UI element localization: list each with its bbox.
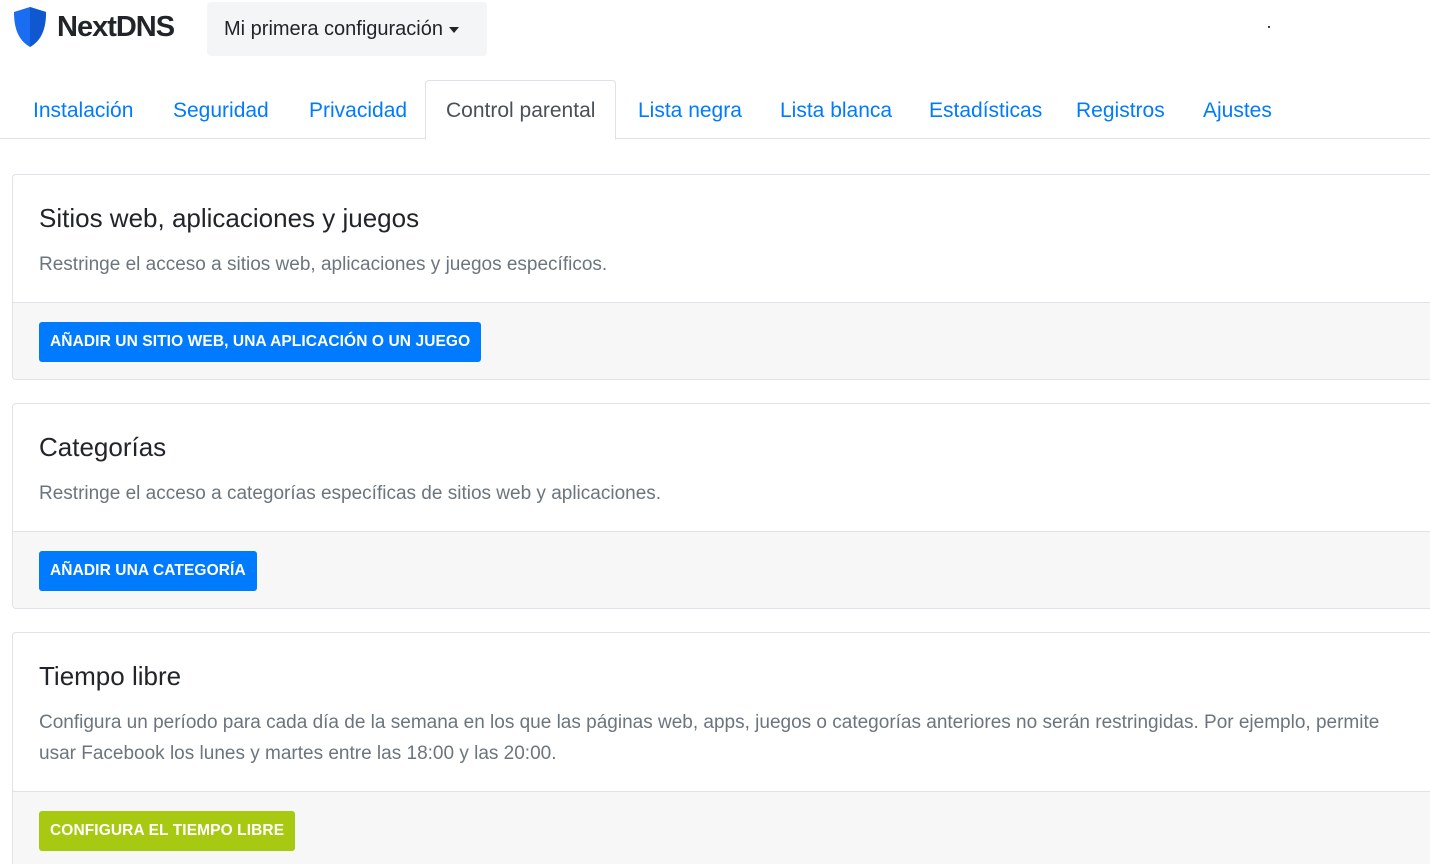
tab-lista-negra[interactable]: Lista negra [638, 80, 742, 139]
tab-instalacion[interactable]: Instalación [33, 80, 133, 139]
main-tabs: Instalación Seguridad Privacidad Control… [0, 80, 1430, 140]
section-websites-apps-games: Sitios web, aplicaciones y juegos Restri… [12, 174, 1430, 380]
caret-down-icon [448, 27, 459, 33]
tab-seguridad[interactable]: Seguridad [173, 80, 269, 139]
add-category-button[interactable]: Añadir una categoría [39, 551, 257, 591]
section-categories: Categorías Restringe el acceso a categor… [12, 403, 1430, 609]
configure-recreation-time-button[interactable]: Configura el tiempo libre [39, 811, 296, 851]
configuration-dropdown-label: Mi primera configuración [224, 17, 443, 40]
add-website-app-game-button[interactable]: Añadir un sitio web, una aplicación o un… [39, 322, 482, 362]
section-description: Restringe el acceso a sitios web, aplica… [39, 254, 608, 275]
tab-estadisticas[interactable]: Estadísticas [929, 80, 1042, 139]
section-title: Categorías [39, 432, 167, 462]
tab-ajustes[interactable]: Ajustes [1203, 80, 1272, 139]
brand-logo[interactable]: NextDNS [12, 6, 175, 48]
section-footer: Añadir una categoría [13, 531, 1430, 608]
redacted-area [1195, 0, 1430, 55]
section-recreation-time: Tiempo libre Configura un período para c… [12, 632, 1430, 864]
section-description: Restringe el acceso a categorías específ… [39, 483, 662, 504]
shield-icon [14, 7, 46, 47]
tab-lista-blanca[interactable]: Lista blanca [780, 80, 892, 139]
brand-name: NextDNS [57, 10, 175, 43]
tab-control-parental[interactable]: Control parental [425, 80, 617, 140]
tab-privacidad[interactable]: Privacidad [309, 80, 407, 139]
section-footer: Configura el tiempo libre [13, 791, 1430, 864]
configuration-dropdown[interactable]: Mi primera configuración [207, 2, 487, 56]
redacted-dot [1268, 26, 1270, 28]
section-description: Configura un período para cada día de la… [39, 712, 1380, 764]
section-footer: Añadir un sitio web, una aplicación o un… [13, 302, 1430, 379]
section-title: Sitios web, aplicaciones y juegos [39, 203, 420, 233]
tab-registros[interactable]: Registros [1076, 80, 1165, 139]
top-bar: NextDNS Mi primera configuración [0, 0, 1430, 62]
section-title: Tiempo libre [39, 661, 182, 691]
